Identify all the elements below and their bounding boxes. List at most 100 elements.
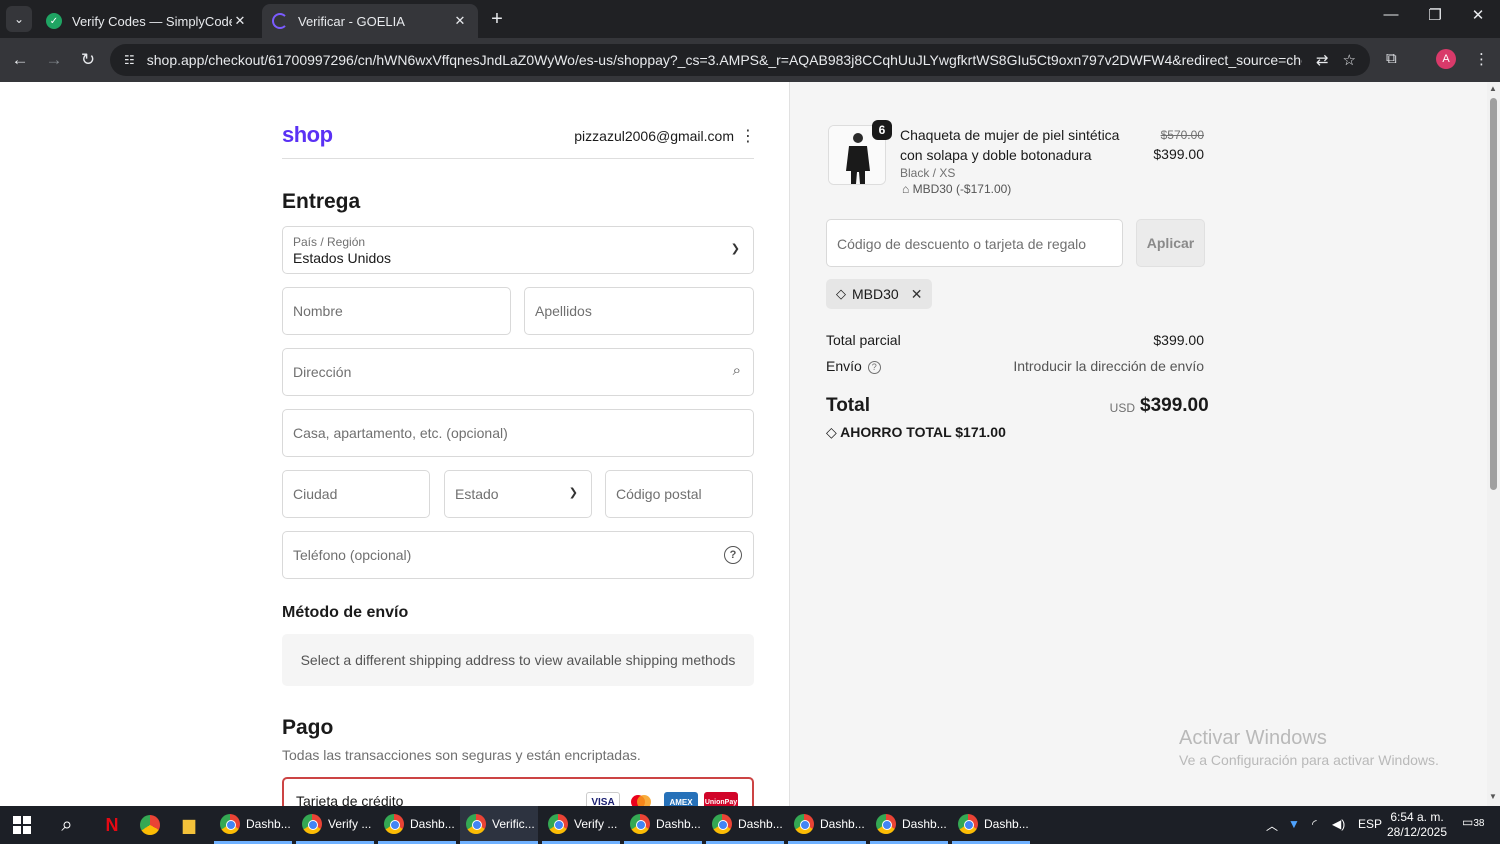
- chrome-icon: [876, 813, 896, 834]
- address-field[interactable]: Dirección ⌕: [282, 348, 754, 396]
- order-summary-panel: [789, 82, 1487, 806]
- address-placeholder: Dirección: [293, 364, 352, 380]
- tab-verificar-goelia[interactable]: Verificar - GOELIA ✕: [262, 4, 478, 38]
- product-discount: ⌂ MBD30 (-$171.00): [902, 182, 1011, 196]
- taskbar-app[interactable]: Dashb...: [870, 806, 948, 844]
- scroll-up-icon[interactable]: ▲: [1489, 84, 1497, 93]
- loading-spinner-icon: [272, 13, 288, 29]
- discounted-price: $399.00: [1153, 146, 1204, 162]
- product-name: Chaqueta de mujer de piel sintética con …: [900, 127, 1120, 163]
- new-tab-button[interactable]: +: [486, 8, 508, 30]
- first-name-placeholder: Nombre: [293, 303, 343, 319]
- system-clock[interactable]: 6:54 a. m. 28/12/2025: [1384, 810, 1450, 840]
- state-select[interactable]: Estado ❯: [444, 470, 592, 518]
- scrollbar-thumb[interactable]: [1490, 98, 1497, 490]
- divider: [282, 158, 754, 159]
- help-icon[interactable]: ?: [724, 546, 742, 564]
- discount-code-field[interactable]: Código de descuento o tarjeta de regalo: [826, 219, 1123, 267]
- address-bar[interactable]: ☷ shop.app/checkout/61700997296/cn/hWN6w…: [110, 44, 1370, 76]
- volume-icon[interactable]: ◀): [1332, 817, 1345, 831]
- reload-icon[interactable]: ↻: [76, 48, 100, 72]
- tab-search-button[interactable]: ⌄: [6, 6, 32, 32]
- last-name-field[interactable]: Apellidos: [524, 287, 754, 335]
- tag-icon: ◇: [836, 286, 846, 301]
- country-label: País / Región: [293, 235, 366, 249]
- state-placeholder: Estado: [455, 486, 499, 502]
- taskbar-app[interactable]: Verify ...: [542, 806, 620, 844]
- chevron-down-icon: ❯: [730, 243, 740, 255]
- site-info-icon[interactable]: ☷: [124, 53, 135, 67]
- close-window-icon[interactable]: ✕: [1463, 6, 1493, 24]
- search-icon: ⌕: [732, 362, 741, 379]
- back-icon[interactable]: ←: [8, 48, 32, 72]
- taskbar-app[interactable]: Dashb...: [952, 806, 1030, 844]
- notification-center[interactable]: ▭38: [1462, 815, 1484, 829]
- apply-discount-button[interactable]: Aplicar: [1136, 219, 1205, 267]
- windows-taskbar: ⌕ N ▆ Dashb... Verify ... Dashb... Verif…: [0, 806, 1500, 844]
- tab-close-icon[interactable]: ✕: [452, 13, 468, 29]
- unionpay-icon: UnionPay: [704, 792, 738, 806]
- zip-field[interactable]: Código postal: [605, 470, 753, 518]
- checkout-page: shop pizzazul2006@gmail.com ⋮ Entrega Pa…: [0, 82, 1487, 806]
- city-placeholder: Ciudad: [293, 486, 338, 502]
- remove-discount-icon[interactable]: ✕: [911, 286, 923, 303]
- shop-logo[interactable]: shop: [282, 122, 333, 148]
- tab-close-icon[interactable]: ✕: [232, 13, 248, 29]
- vpn-icon[interactable]: ▼: [1288, 817, 1300, 831]
- menu-kebab-icon[interactable]: ⋮: [1474, 50, 1489, 68]
- profile-avatar[interactable]: A: [1436, 49, 1456, 69]
- chrome-icon[interactable]: [138, 813, 162, 837]
- product-discount-text: MBD30 (-$171.00): [912, 182, 1012, 196]
- discount-code-placeholder: Código de descuento o tarjeta de regalo: [837, 236, 1087, 252]
- windows-start-icon[interactable]: [10, 813, 34, 837]
- credit-card-option[interactable]: Tarjeta de crédito VISA AMEX UnionPay: [282, 777, 754, 806]
- clock-date: 28/12/2025: [1386, 825, 1448, 839]
- taskbar-app[interactable]: Dashb...: [624, 806, 702, 844]
- phone-field[interactable]: Teléfono (opcional) ?: [282, 531, 754, 579]
- simplycodes-favicon-icon: ✓: [46, 13, 62, 29]
- restore-icon[interactable]: ❐: [1420, 6, 1450, 24]
- scroll-down-icon[interactable]: ▼: [1489, 792, 1497, 801]
- notifications-icon: ▭: [1462, 815, 1474, 829]
- chrome-icon: [794, 813, 814, 834]
- notification-count: 38: [1473, 818, 1485, 829]
- phone-placeholder: Teléfono (opcional): [293, 547, 412, 563]
- account-menu-icon[interactable]: ⋮: [740, 126, 756, 146]
- first-name-field[interactable]: Nombre: [282, 287, 511, 335]
- help-icon[interactable]: ?: [867, 361, 881, 374]
- forward-icon[interactable]: →: [42, 48, 66, 72]
- credit-card-label: Tarjeta de crédito: [296, 793, 404, 806]
- subtotal-value: $399.00: [1153, 332, 1204, 348]
- minimize-icon[interactable]: —: [1376, 6, 1406, 23]
- search-icon[interactable]: ⌕: [55, 813, 79, 837]
- netflix-icon[interactable]: N: [100, 813, 124, 837]
- language-indicator[interactable]: ESP: [1358, 817, 1382, 831]
- taskbar-app[interactable]: Verify ...: [296, 806, 374, 844]
- chrome-icon: [302, 813, 322, 834]
- taskbar-app[interactable]: Dashb...: [378, 806, 456, 844]
- taskbar-app[interactable]: Dashb...: [788, 806, 866, 844]
- last-name-placeholder: Apellidos: [535, 303, 592, 319]
- shipping-label: Envío: [826, 358, 862, 374]
- chrome-icon: [958, 813, 978, 834]
- taskbar-app[interactable]: Dashb...: [706, 806, 784, 844]
- chrome-icon: [548, 813, 568, 834]
- payment-subtitle: Todas las transacciones son seguras y es…: [282, 747, 641, 763]
- bookmark-star-icon[interactable]: ☆: [1343, 51, 1356, 69]
- apartment-field[interactable]: Casa, apartamento, etc. (opcional): [282, 409, 754, 457]
- taskbar-app[interactable]: Verific...: [460, 806, 538, 844]
- file-explorer-icon[interactable]: ▆: [177, 813, 201, 837]
- page-scrollbar[interactable]: ▲ ▼: [1487, 82, 1500, 806]
- wifi-icon[interactable]: ◜: [1312, 817, 1317, 831]
- tab-title: Verify Codes — SimplyCodes: [72, 13, 232, 29]
- chrome-icon: [630, 813, 650, 834]
- taskbar-app[interactable]: Dashb...: [214, 806, 292, 844]
- url-text[interactable]: shop.app/checkout/61700997296/cn/hWN6wxV…: [147, 52, 1302, 68]
- shipping-methods-notice: Select a different shipping address to v…: [282, 634, 754, 686]
- country-select[interactable]: País / Región Estados Unidos ❯: [282, 226, 754, 274]
- tray-chevron-up-icon[interactable]: ︿: [1266, 817, 1278, 834]
- translate-icon[interactable]: ⇄: [1316, 51, 1329, 69]
- city-field[interactable]: Ciudad: [282, 470, 430, 518]
- tab-verify-codes[interactable]: ✓ Verify Codes — SimplyCodes ✕: [36, 4, 258, 38]
- extensions-icon[interactable]: ⧉: [1386, 50, 1397, 67]
